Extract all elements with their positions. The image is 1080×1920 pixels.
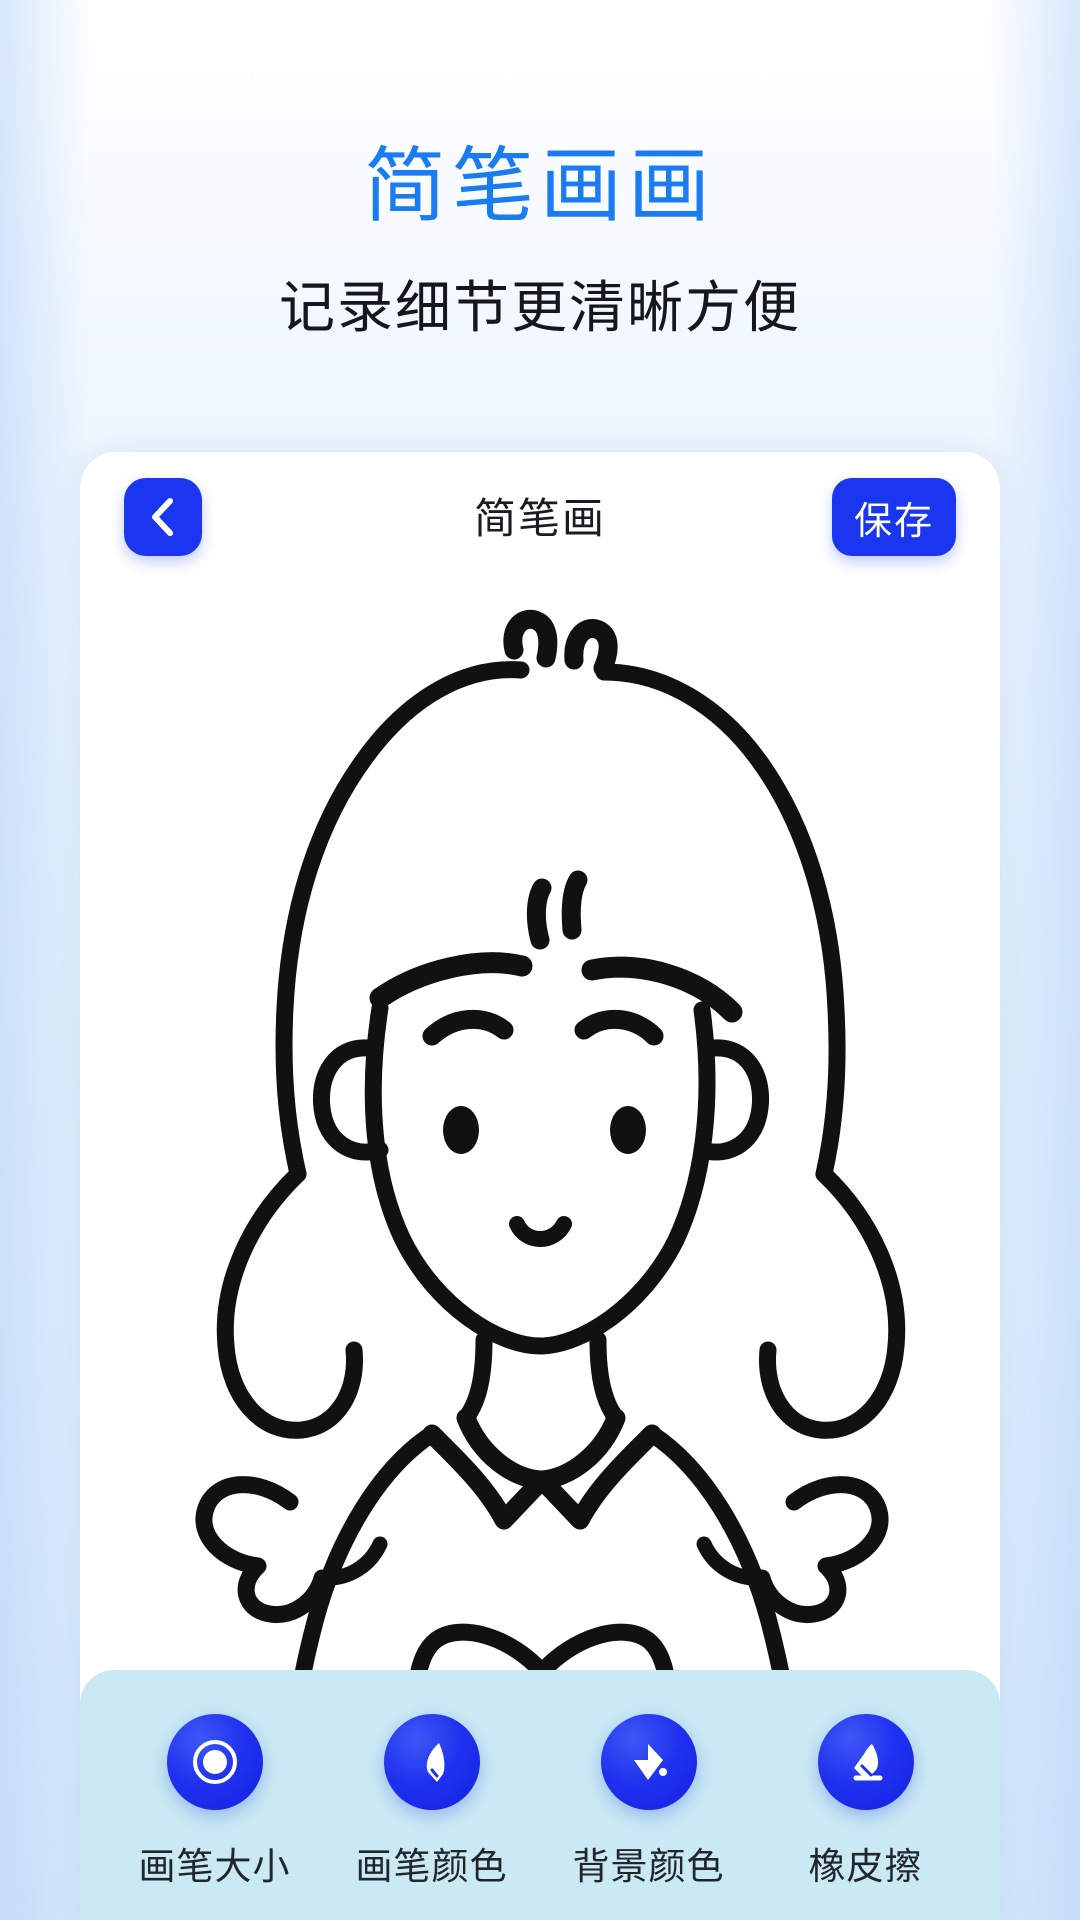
- tool-label: 画笔大小: [138, 1846, 291, 1887]
- tool-toolbar: 画笔大小 画笔颜色 背景颜色 橡皮擦: [80, 1670, 1000, 1920]
- page-title: 简笔画画: [363, 141, 716, 232]
- pen-color-icon: [383, 1714, 480, 1810]
- tool-eraser[interactable]: 橡皮擦: [771, 1714, 961, 1890]
- drawing-canvas[interactable]: [80, 578, 1000, 1670]
- tool-brush-color[interactable]: 画笔颜色: [337, 1714, 527, 1890]
- brush-size-icon: [166, 1714, 263, 1810]
- promo-header: 简笔画画 记录细节更清晰方便: [0, 0, 1080, 336]
- app-screen-card: 简笔画 保存 画笔大小 画笔颜色 背景颜色 橡皮擦: [80, 452, 1000, 1920]
- girl-line-drawing: [195, 609, 906, 1670]
- tool-label: 橡皮擦: [808, 1846, 923, 1887]
- paint-bucket-icon: [600, 1714, 697, 1810]
- app-header: 简笔画 保存: [80, 452, 1000, 578]
- tool-label: 画笔颜色: [355, 1846, 508, 1887]
- eraser-icon: [817, 1714, 914, 1810]
- save-button[interactable]: 保存: [831, 478, 956, 556]
- tool-brush-size[interactable]: 画笔大小: [120, 1714, 310, 1890]
- page-subtitle: 记录细节更清晰方便: [279, 276, 801, 339]
- tool-label: 背景颜色: [572, 1846, 725, 1887]
- tool-background-color[interactable]: 背景颜色: [554, 1714, 744, 1890]
